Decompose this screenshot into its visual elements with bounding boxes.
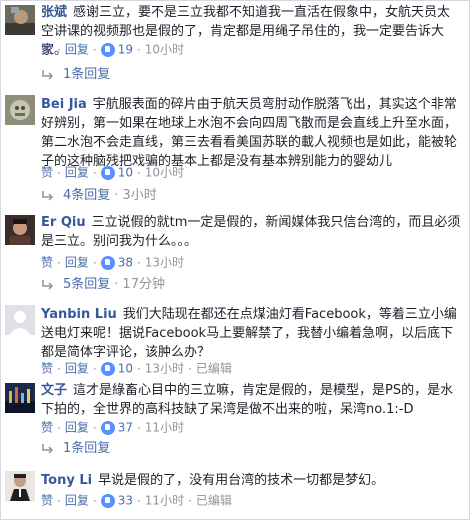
like-count-icon xyxy=(100,42,115,57)
like-count[interactable]: 37 xyxy=(118,421,133,435)
like-count[interactable]: 10 xyxy=(118,362,133,376)
reply-arrow-icon xyxy=(42,443,54,454)
like-count-icon xyxy=(100,361,115,376)
like-count[interactable]: 10 xyxy=(118,166,133,180)
reply-arrow-icon xyxy=(42,190,54,201)
timestamp[interactable]: 11小时 xyxy=(145,421,184,435)
like-count-icon xyxy=(100,165,115,180)
like-count-icon xyxy=(100,255,115,270)
comment-author[interactable]: 张斌 xyxy=(41,5,67,20)
reply-count[interactable]: 1条回复 xyxy=(63,441,110,456)
comment-author[interactable]: Bei Jia xyxy=(41,97,87,112)
like-count[interactable]: 38 xyxy=(118,256,133,270)
comment-author[interactable]: 文子 xyxy=(41,383,67,398)
comment-author[interactable]: Yanbin Liu xyxy=(41,307,117,322)
comment-body: Tony Li 早说是假的了，没有用台湾的技术一切都是梦幻。 xyxy=(41,471,461,490)
like-button[interactable]: 赞 xyxy=(41,256,53,270)
comment-author[interactable]: Er Qiu xyxy=(41,215,86,230)
timestamp[interactable]: 13小时 xyxy=(145,362,184,376)
avatar[interactable] xyxy=(5,5,35,35)
timestamp[interactable]: 13小时 xyxy=(145,256,184,270)
comment-actions: 赞 · 回复 · 38 · 13小时 xyxy=(41,255,185,270)
like-button[interactable]: 赞 xyxy=(41,43,53,57)
comment-actions: 赞 · 回复 · 10 · 13小时 · 已编辑 xyxy=(41,361,232,376)
comment-actions: 赞 · 回复 · 19 · 10小时 xyxy=(41,42,185,57)
reply-arrow-icon xyxy=(42,69,54,80)
avatar[interactable] xyxy=(5,383,35,413)
avatar[interactable] xyxy=(5,471,35,501)
reply-button[interactable]: 回复 xyxy=(65,362,89,376)
reply-button[interactable]: 回复 xyxy=(65,166,89,180)
view-replies-link[interactable]: 5条回复 · 17分钟 xyxy=(41,277,165,293)
comment-actions: 赞 · 回复 · 37 · 11小时 xyxy=(41,420,185,435)
like-count[interactable]: 19 xyxy=(118,43,133,57)
comment-text: 早说是假的了，没有用台湾的技术一切都是梦幻。 xyxy=(98,473,385,488)
comment-author[interactable]: Tony Li xyxy=(41,473,92,488)
like-count-icon xyxy=(100,420,115,435)
edited-label[interactable]: 已编辑 xyxy=(196,362,232,376)
view-replies-link[interactable]: 4条回复 · 3小时 xyxy=(41,188,157,204)
like-count[interactable]: 33 xyxy=(118,494,133,508)
comment-body: Yanbin Liu 我们大陆现在都还在点煤油灯看Facebook，等着三立小编送… xyxy=(41,305,461,362)
timestamp[interactable]: 10小时 xyxy=(145,43,184,57)
avatar[interactable] xyxy=(5,215,35,245)
avatar[interactable] xyxy=(5,305,35,335)
comment-body: 文子 這才是綠畜心目中的三立嘛，肯定是假的，是模型，是PS的，是水下拍的，全世界的… xyxy=(41,381,461,419)
like-button[interactable]: 赞 xyxy=(41,494,53,508)
reply-count[interactable]: 5条回复 xyxy=(63,277,110,292)
reply-count[interactable]: 4条回复 xyxy=(63,188,110,203)
like-button[interactable]: 赞 xyxy=(41,166,53,180)
reply-timestamp[interactable]: 17分钟 xyxy=(122,277,165,292)
like-count-icon xyxy=(100,493,115,508)
reply-arrow-icon xyxy=(42,279,54,290)
comment-text: 宇航服表面的碎片由于航天员弯肘动作脱落飞出，其实这个非常好辨别，第一如果在地球上… xyxy=(41,97,458,169)
comment-text: 三立说假的就tm一定是假的，新闻媒体我只信台湾的，而且必须是三立。别问我为什么。… xyxy=(41,215,461,249)
reply-button[interactable]: 回复 xyxy=(65,256,89,270)
timestamp[interactable]: 11小时 xyxy=(145,494,184,508)
reply-button[interactable]: 回复 xyxy=(65,43,89,57)
comment-feed: 张斌 感谢三立，要不是三立我都不知道我一直活在假象中，女航天员太空讲课的视频那也是… xyxy=(0,0,470,520)
edited-label[interactable]: 已编辑 xyxy=(196,494,232,508)
comment-actions: 赞 · 回复 · 10 · 10小时 xyxy=(41,165,185,180)
comment-text: 這才是綠畜心目中的三立嘛，肯定是假的，是模型，是PS的，是水下拍的，全世界的高科… xyxy=(41,383,454,417)
view-replies-link[interactable]: 1条回复 xyxy=(41,67,110,83)
reply-timestamp[interactable]: 3小时 xyxy=(122,188,156,203)
reply-count[interactable]: 1条回复 xyxy=(63,67,110,82)
reply-button[interactable]: 回复 xyxy=(65,421,89,435)
timestamp[interactable]: 10小时 xyxy=(145,166,184,180)
like-button[interactable]: 赞 xyxy=(41,421,53,435)
like-button[interactable]: 赞 xyxy=(41,362,53,376)
comment-actions: 赞 · 回复 · 33 · 11小时 · 已编辑 xyxy=(41,493,232,508)
avatar[interactable] xyxy=(5,95,35,125)
view-replies-link[interactable]: 1条回复 xyxy=(41,441,110,457)
reply-button[interactable]: 回复 xyxy=(65,494,89,508)
comment-body: Bei Jia 宇航服表面的碎片由于航天员弯肘动作脱落飞出，其实这个非常好辨别，第… xyxy=(41,95,461,171)
comment-body: Er Qiu 三立说假的就tm一定是假的，新闻媒体我只信台湾的，而且必须是三立。别… xyxy=(41,213,461,251)
